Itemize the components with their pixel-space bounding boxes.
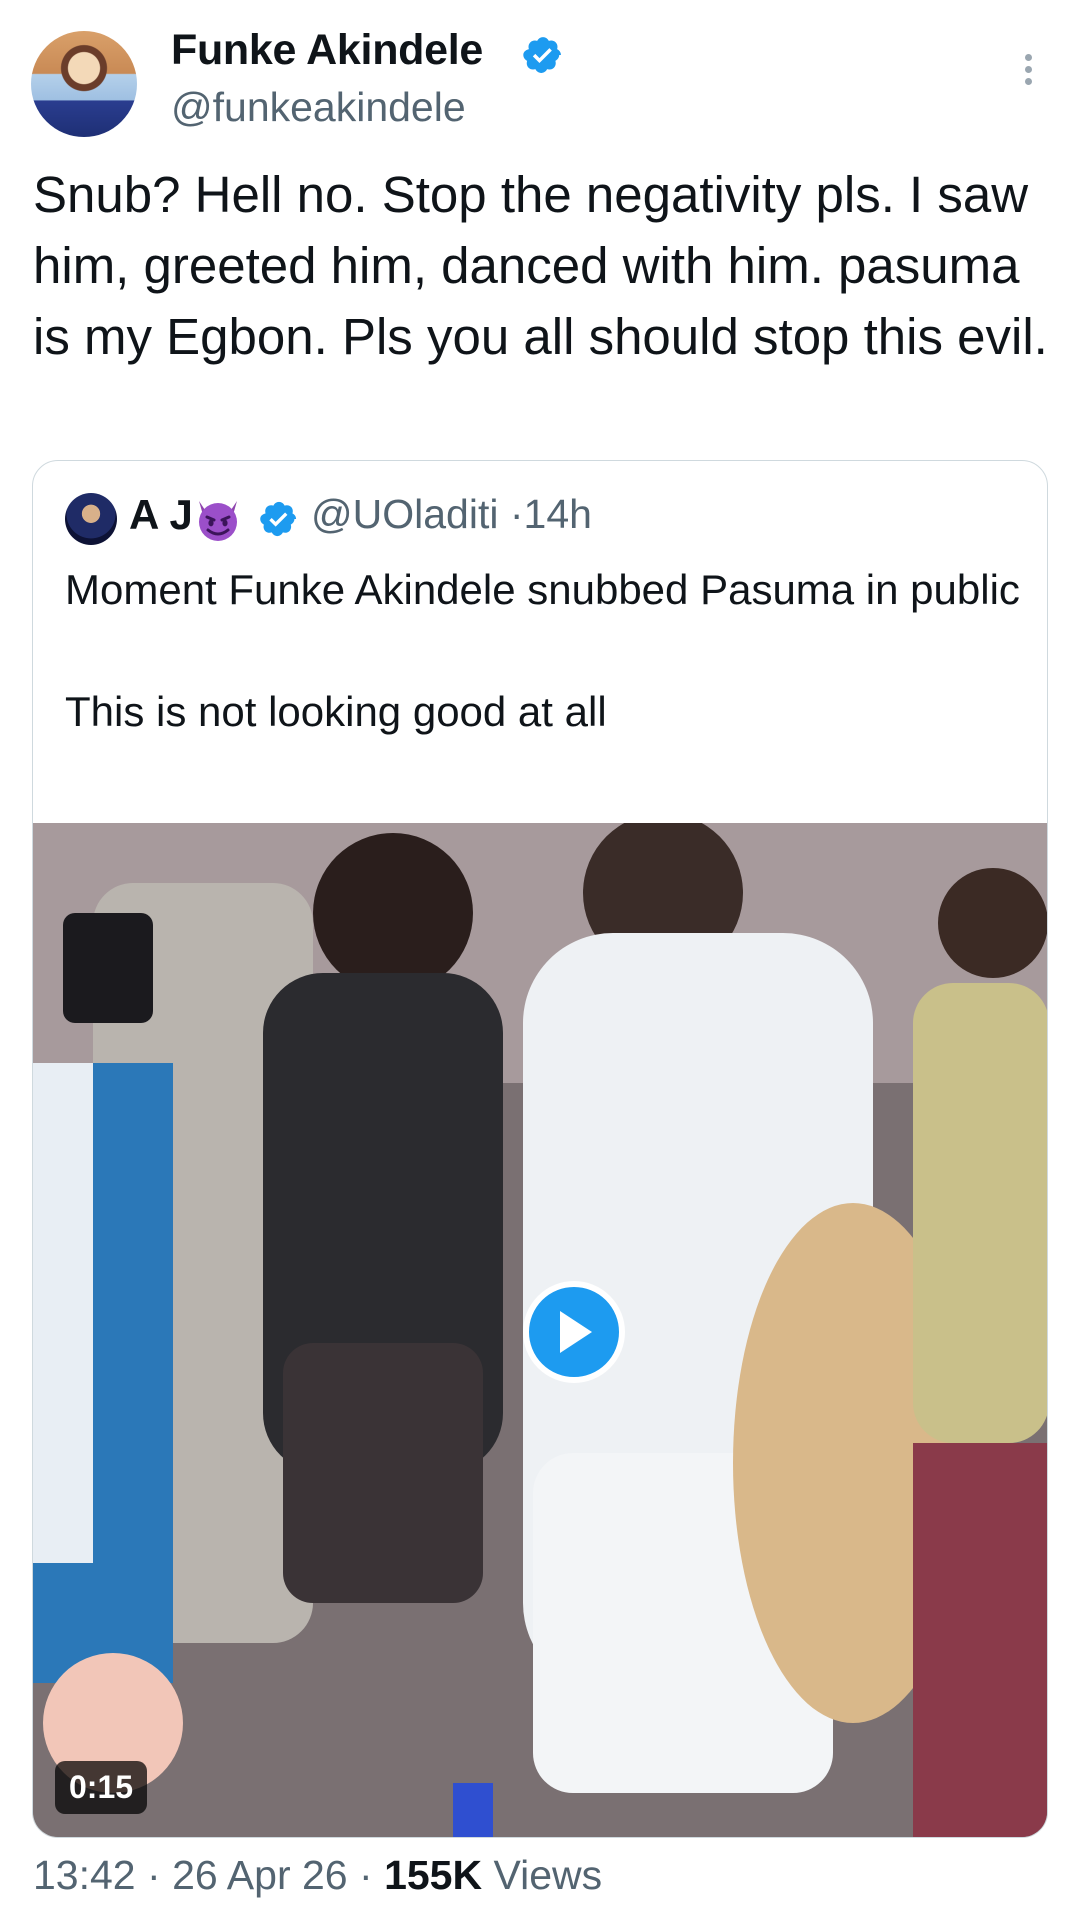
- smiling-face-with-horns-icon: [199, 501, 237, 541]
- views-count[interactable]: 155K: [384, 1852, 482, 1898]
- tweet-meta: 13:42 · 26 Apr 26 · 155K Views: [33, 1852, 602, 1899]
- views-label: Views: [493, 1852, 603, 1898]
- quoted-tweet-card[interactable]: A J @UOladiti ·14h Moment Funke Akindele…: [32, 460, 1048, 1838]
- quoted-meta[interactable]: @UOladiti ·14h: [311, 491, 592, 538]
- tweet-date[interactable]: 26 Apr 26: [172, 1852, 348, 1898]
- verified-badge-icon: [260, 501, 297, 537]
- quoted-author-avatar[interactable]: [65, 493, 117, 545]
- quoted-author-handle[interactable]: @UOladiti: [311, 491, 498, 537]
- separator: ·: [359, 1852, 373, 1898]
- tweet-text: Snub? Hell no. Stop the negativity pls. …: [33, 166, 1048, 365]
- tweet-time[interactable]: 13:42: [33, 1852, 136, 1898]
- play-button[interactable]: [523, 1281, 625, 1383]
- separator: ·: [147, 1852, 161, 1898]
- video-player[interactable]: 0:15: [33, 823, 1047, 1837]
- quoted-tweet-text: Moment Funke Akindele snubbed Pasuma in …: [65, 566, 1020, 735]
- author-avatar[interactable]: [31, 31, 137, 137]
- quoted-tweet-age[interactable]: 14h: [524, 491, 592, 537]
- video-duration-badge: 0:15: [55, 1761, 148, 1814]
- author-name[interactable]: Funke Akindele: [171, 26, 483, 75]
- separator: ·: [509, 491, 524, 537]
- more-options-icon[interactable]: [1020, 54, 1036, 94]
- author-handle[interactable]: @funkeakindele: [171, 84, 466, 131]
- verified-badge-icon: [523, 37, 561, 73]
- play-icon: [560, 1311, 592, 1353]
- quoted-author-name[interactable]: A J: [129, 491, 193, 539]
